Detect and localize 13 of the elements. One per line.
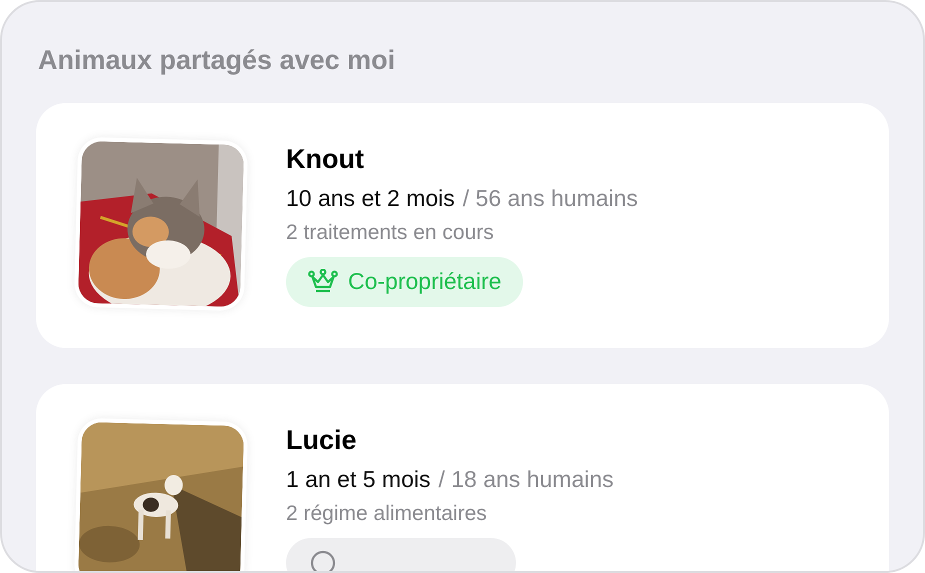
owner-badge: Co-propriétaire <box>286 256 524 306</box>
pet-name: Knout <box>286 142 365 176</box>
pet-name: Lucie <box>286 424 358 456</box>
section-title: Animaux partagés avec moi <box>38 44 396 77</box>
pet-info: 2 régime alimentaires <box>286 500 488 526</box>
pet-age: 10 ans et 2 mois <box>286 184 455 212</box>
human-age: / 18 ans humains <box>438 464 614 494</box>
human-age: / 56 ans humains <box>462 184 638 212</box>
pet-info: 2 traitements en cours <box>286 220 495 246</box>
pet-card[interactable]: Knout 10 ans et 2 mois / 56 ans humains 2 traitements en cours Co-propriétaire <box>36 102 889 348</box>
pet-card[interactable]: Lucie 1 an et 5 mois / 18 ans humains 2 régime alimentaires <box>36 384 889 571</box>
pet-age: 1 an et 5 mois <box>286 464 430 494</box>
crown-icon <box>308 268 338 294</box>
